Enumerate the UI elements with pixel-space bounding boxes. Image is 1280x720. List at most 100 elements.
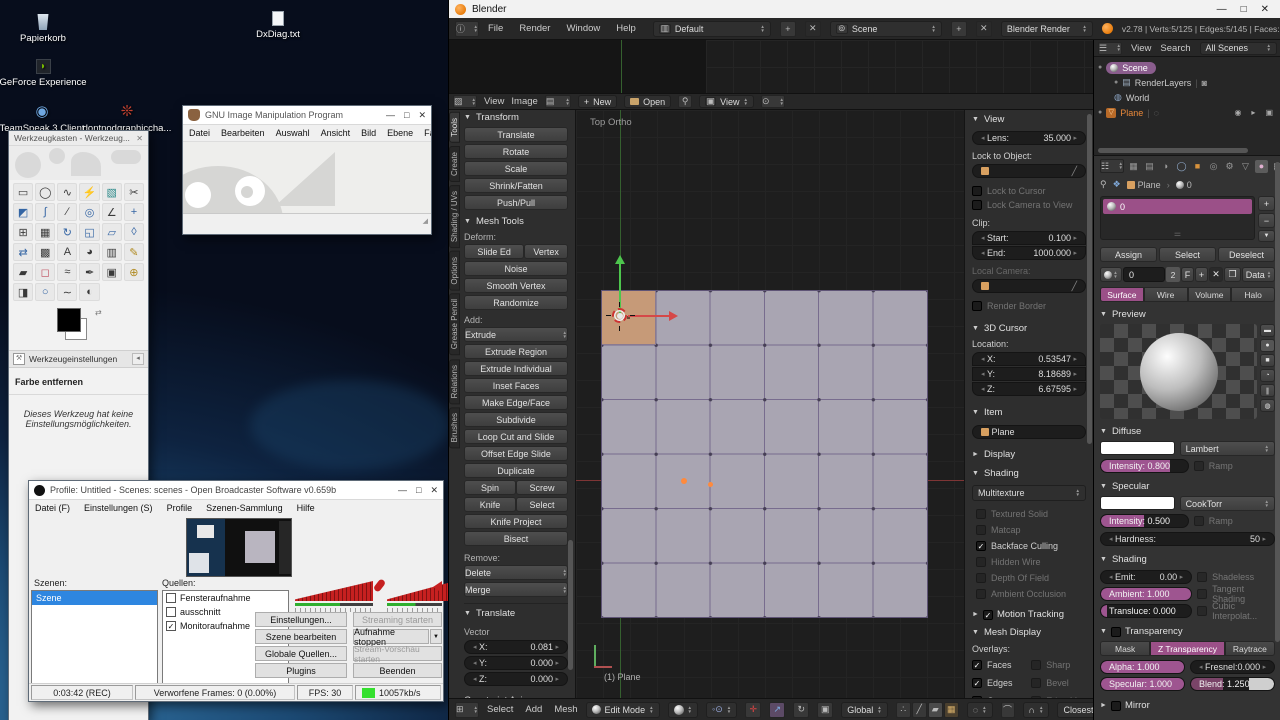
shading-panel-header[interactable]: ▼Shading [1100,554,1275,565]
menu-item[interactable]: Select [487,704,513,715]
renderability-icon[interactable]: ▣ [1265,108,1273,117]
menu-item[interactable]: Ansicht [321,128,351,138]
alpha-slider[interactable]: Alpha: 1.000 [1109,662,1160,672]
shading-option[interactable]: Hidden Wire [976,555,1086,569]
ellipse-select-tool[interactable]: ◯ [35,183,55,201]
checkbox[interactable] [166,607,176,617]
emit-field[interactable]: ◂ Emit:0.00 ▸ [1100,570,1192,584]
slide-vertex-button[interactable]: Vertex [524,244,568,259]
specular-panel-header[interactable]: ▼Specular [1100,481,1275,492]
snap-target-selector[interactable]: Closest▲▼ [1057,702,1093,718]
outliner-row-world[interactable]: ◍ World [1098,90,1277,105]
assign-button[interactable]: Assign [1100,247,1157,262]
tool-button[interactable]: Loop Cut and Slide [464,429,568,444]
checkbox[interactable] [976,509,986,519]
microphone-icon[interactable] [373,578,387,593]
menu-item-search[interactable]: Search [1160,43,1190,54]
checkbox[interactable] [1111,627,1121,637]
source-item[interactable]: Fensteraufnahme [163,591,288,605]
outliner-row-renderlayers[interactable]: ● ▤ RenderLayers |◙ [1098,75,1277,90]
menu-item[interactable]: Bild [361,128,376,138]
expand-icon[interactable]: ● [1114,79,1118,86]
orientation-selector[interactable]: Global▲▼ [841,702,887,718]
proportional-edit-selector[interactable]: ◌▲▼ [967,702,993,718]
global-sources-button[interactable]: Globale Quellen... [255,646,347,661]
pencil-tool[interactable]: ✎ [124,243,144,261]
tool-button[interactable]: Rotate [464,144,568,159]
checkbox[interactable] [976,573,986,583]
desktop-icon-papierkorb[interactable]: Papierkorb [0,8,86,44]
lens-field[interactable]: ◂ Lens:35.000 ▸ [972,131,1086,145]
checkbox[interactable] [1197,589,1207,599]
stop-recording-button[interactable]: Aufnahme stoppen [353,629,429,644]
cursor-y-field[interactable]: ◂ Y:8.18689 ▸ [972,367,1086,381]
preview-sphere-button[interactable]: ● [1260,339,1275,352]
display-mode-selector[interactable]: ▣View▲▼ [699,95,754,108]
bucket-fill-tool[interactable]: ◕ [79,243,99,261]
cursor-z-field[interactable]: ◂ Z:6.67595 ▸ [972,382,1086,396]
browse-material-button[interactable]: ▲▼ [1100,267,1122,282]
tool-button[interactable]: Bisect [464,531,568,546]
surface-type-button[interactable]: Surface [1100,287,1144,302]
display-panel-header[interactable]: ►Display [972,449,1086,460]
checkbox[interactable] [1197,606,1207,616]
smudge-tool[interactable]: ∼ [57,283,77,301]
world-tab-icon[interactable]: ◯ [1175,160,1188,173]
translate-operator-panel-header[interactable]: ▼Translate [464,608,568,619]
delete-layout-button[interactable]: ✕ [805,21,821,37]
tool-options-tab[interactable]: ⚒ Werkzeugeinstellungen ◂ [9,350,148,368]
minimize-icon[interactable]: — [1217,4,1227,15]
minimize-icon[interactable]: — [386,110,395,121]
stream-preview-button[interactable]: Stream-Vorschau starten [353,646,442,661]
tool-button[interactable]: Smooth Vertex [464,278,568,293]
rect-select-tool[interactable]: ▭ [13,183,33,201]
paths-tool[interactable]: ∫ [35,203,55,221]
halo-type-button[interactable]: Halo [1231,287,1275,302]
tool-button[interactable]: Duplicate [464,463,568,478]
transform-panel-header[interactable]: ▼Transform [464,112,568,123]
menu-item-view[interactable]: View [1131,43,1151,54]
menu-item[interactable]: Render [519,23,550,34]
tool-button[interactable]: Subdivide [464,412,568,427]
shading-option[interactable]: Textured Solid [976,507,1086,521]
properties-scrollbar[interactable] [1275,162,1280,642]
mesh-plane[interactable] [601,290,928,618]
visibility-icon[interactable]: ◉ [1234,108,1241,117]
menu-item[interactable]: Datei (F) [35,503,70,513]
material-slot-list[interactable]: 0 ⚌ [1100,196,1255,240]
preview-world-button[interactable]: ◍ [1260,399,1275,412]
tab-create[interactable]: Create [449,146,460,182]
tool-button[interactable]: Extrude Individual [464,361,568,376]
specular-intensity-slider[interactable]: Intensity: 0.500 [1109,516,1170,526]
gimp-titlebar[interactable]: GNU Image Manipulation Program —□✕ [183,106,431,125]
occlude-geometry-icon[interactable]: ▦ [944,702,959,718]
menu-item[interactable]: Farben [424,128,431,138]
preview-flat-button[interactable]: ▬ [1260,324,1275,337]
checkbox[interactable]: ✓ [976,541,986,551]
speaker-icon[interactable] [427,581,442,593]
minimize-icon[interactable]: — [398,485,407,496]
resize-grip[interactable]: ◢ [423,217,428,225]
checkbox[interactable]: ✓ [972,678,982,688]
stop-recording-dropdown[interactable]: ▼ [430,629,442,644]
lock-to-cursor-row[interactable]: Lock to Cursor [972,184,1086,198]
checkbox[interactable]: ✓ [983,610,993,620]
preview-monkey-button[interactable]: ◔ [1260,369,1275,382]
shading-mode-selector[interactable]: Multitexture▲▼ [972,485,1086,501]
checkbox[interactable] [972,186,982,196]
tab-grease-pencil[interactable]: Grease Pencil [449,293,460,355]
tab-brushes[interactable]: Brushes [449,407,460,448]
checkbox[interactable]: ✓ [166,621,176,631]
mask-button[interactable]: Mask [1100,641,1150,656]
desktop-icon-geforce[interactable]: ◗ GeForce Experience [0,52,90,88]
overlay-option[interactable]: Bevel [1031,676,1086,690]
foreground-select-tool[interactable]: ◩ [13,203,33,221]
material-tab-icon[interactable]: ● [1255,160,1268,173]
hardness-field[interactable]: ◂ Hardness:50 ▸ [1100,532,1275,546]
checkbox[interactable] [972,200,982,210]
pin-id-button[interactable]: ❒ [1224,267,1241,282]
preview-hair-button[interactable]: ∥ [1260,384,1275,397]
translucency-slider[interactable]: Transluce: 0.000 [1109,606,1176,616]
tool-button[interactable]: Screw [516,480,568,495]
specular-color-swatch[interactable] [1100,496,1175,510]
